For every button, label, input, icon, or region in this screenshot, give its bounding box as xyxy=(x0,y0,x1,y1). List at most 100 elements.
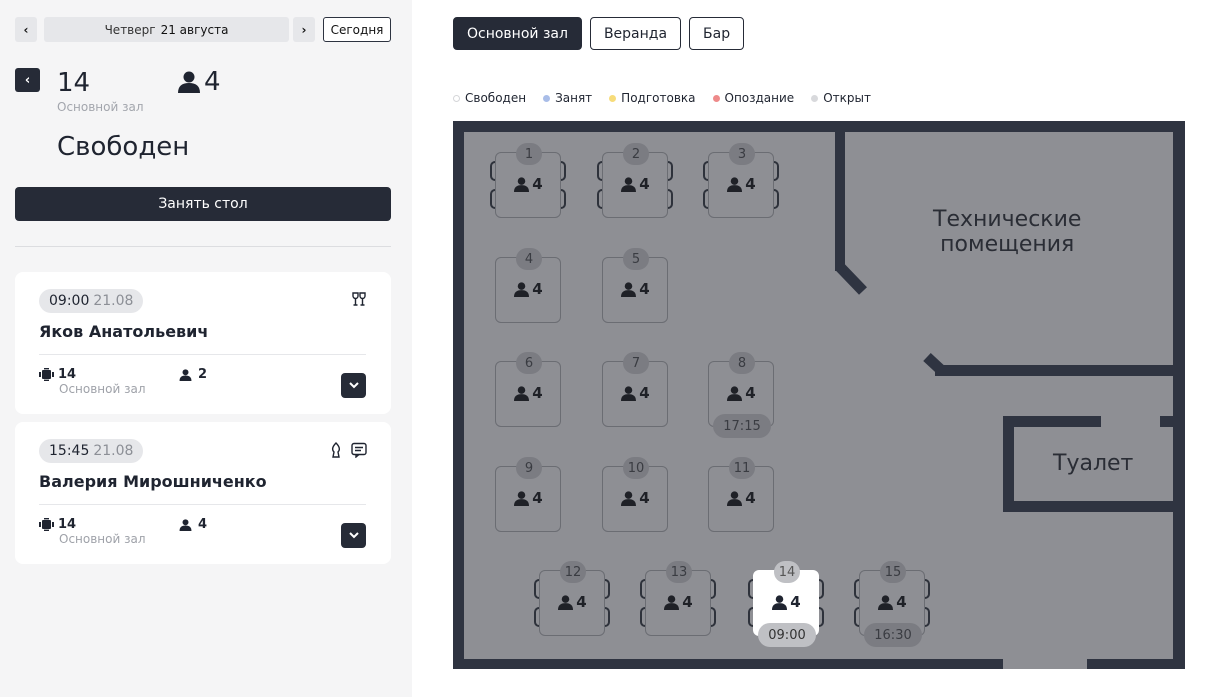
table-capacity: 4 xyxy=(496,489,560,507)
table-capacity: 4 xyxy=(603,489,667,507)
legend-label: Свободен xyxy=(465,91,527,105)
table-1[interactable]: 14 xyxy=(495,143,561,218)
person-icon xyxy=(514,385,530,401)
legend-item-preparing: Подготовка xyxy=(609,91,696,105)
table-number-badge: 6 xyxy=(516,352,542,374)
table-8[interactable]: 8 4 17:15 xyxy=(708,352,774,438)
table-10[interactable]: 10 4 xyxy=(602,457,668,532)
seats-value: 4 xyxy=(204,67,221,97)
floor-plan: Технические помещения Туалет 14243444546… xyxy=(453,121,1185,669)
table-3[interactable]: 34 xyxy=(708,143,774,218)
tab-bar[interactable]: Бар xyxy=(689,17,745,50)
table-time-badge: 16:30 xyxy=(864,623,922,647)
capacity-value: 4 xyxy=(790,593,801,611)
table-number-badge: 13 xyxy=(666,561,692,583)
table-13[interactable]: 13 4 xyxy=(645,561,711,636)
table-number-badge: 14 xyxy=(774,561,800,583)
tab-veranda[interactable]: Веранда xyxy=(589,17,682,50)
table-icon xyxy=(39,368,54,381)
reservation-time-pill: 15:45 21.08 xyxy=(39,439,144,463)
guest-name: Яков Анатольевич xyxy=(39,322,209,341)
table-5[interactable]: 54 xyxy=(602,248,668,323)
table-number-badge: 3 xyxy=(729,143,755,165)
chevron-left-icon: ‹ xyxy=(24,72,31,88)
capacity-value: 4 xyxy=(745,489,756,507)
table-capacity: 4 xyxy=(646,593,710,611)
table-capacity: 4 xyxy=(496,175,560,193)
table-capacity: 4 xyxy=(603,175,667,193)
table-15[interactable]: 15 4 16:30 xyxy=(859,561,925,647)
capacity-value: 4 xyxy=(576,593,587,611)
table-capacity: 4 xyxy=(603,280,667,298)
person-icon xyxy=(621,176,637,192)
chevron-down-icon xyxy=(348,532,359,539)
reservation-table-number: 14 xyxy=(58,517,77,532)
table-icon xyxy=(39,518,54,531)
capacity-value: 4 xyxy=(639,489,650,507)
table-4[interactable]: 44 xyxy=(495,248,561,323)
reservation-table: 14 xyxy=(39,367,76,382)
legend-dot xyxy=(811,94,819,102)
date-field[interactable]: Четверг 21 августа xyxy=(44,17,289,42)
chevron-right-icon: › xyxy=(301,22,307,37)
person-icon xyxy=(621,490,637,506)
back-button[interactable]: ‹ xyxy=(15,68,40,92)
reservation-guests: 2 xyxy=(179,367,207,382)
capacity-value: 4 xyxy=(745,175,756,193)
person-icon xyxy=(558,594,574,610)
guest-name: Валерия Мирошниченко xyxy=(39,472,267,491)
capacity-value: 4 xyxy=(532,175,543,193)
date-label: 21 августа xyxy=(160,22,229,37)
today-button[interactable]: Сегодня xyxy=(323,17,391,42)
comment-icon xyxy=(351,442,367,458)
take-table-button[interactable]: Занять стол xyxy=(15,187,391,221)
reservation-tags xyxy=(351,292,367,308)
table-number-badge: 9 xyxy=(516,457,542,479)
table-9[interactable]: 94 xyxy=(495,457,561,532)
legend-dot xyxy=(609,94,617,102)
table-12[interactable]: 12 4 xyxy=(539,561,605,636)
person-icon xyxy=(621,281,637,297)
table-7[interactable]: 74 xyxy=(602,352,668,427)
table-number-badge: 11 xyxy=(729,457,755,479)
table-11[interactable]: 11 4 xyxy=(708,457,774,532)
hall-tabs: Основной зал Веранда Бар xyxy=(453,17,745,50)
table-number-badge: 10 xyxy=(623,457,649,479)
wine-glasses-icon xyxy=(352,292,366,306)
capacity-value: 4 xyxy=(745,384,756,402)
technical-room-line: помещения xyxy=(940,232,1075,257)
divider xyxy=(39,354,366,355)
tab-main-hall[interactable]: Основной зал xyxy=(453,17,582,50)
table-number-badge: 12 xyxy=(560,561,586,583)
table-status: Свободен xyxy=(57,132,190,162)
table-14[interactable]: 14 4 09:00 xyxy=(753,561,819,647)
seats-count: 4 xyxy=(177,67,221,97)
guests-count: 4 xyxy=(198,517,208,532)
expand-button[interactable] xyxy=(341,373,366,398)
person-icon xyxy=(727,490,743,506)
status-legend: Свободен Занят Подготовка Опоздание Откр… xyxy=(453,91,871,105)
reservation-date: 21.08 xyxy=(93,293,134,309)
prev-day-button[interactable]: ‹ xyxy=(15,17,37,42)
table-number-badge: 2 xyxy=(623,143,649,165)
reservation-guests: 4 xyxy=(179,517,207,532)
reservation-card[interactable]: 15:45 21.08 Валерия Мирошниченко 14 Осно… xyxy=(15,422,391,564)
reservation-table-number: 14 xyxy=(58,367,77,382)
table-capacity: 4 xyxy=(754,593,818,611)
table-number: 14 xyxy=(57,68,91,98)
person-icon xyxy=(179,518,192,531)
table-2[interactable]: 24 xyxy=(602,143,668,218)
legend-item-free: Свободен xyxy=(453,91,526,105)
reservation-card[interactable]: 09:00 21.08 Яков Анатольевич 14 Основной… xyxy=(15,272,391,414)
table-number-badge: 1 xyxy=(516,143,542,165)
legend-item-busy: Занят xyxy=(543,91,592,105)
weekday-label: Четверг xyxy=(104,22,156,37)
reservation-time-pill: 09:00 21.08 xyxy=(39,289,144,313)
capacity-value: 4 xyxy=(532,384,543,402)
table-number-badge: 4 xyxy=(516,248,542,270)
table-6[interactable]: 64 xyxy=(495,352,561,427)
table-capacity: 4 xyxy=(603,384,667,402)
table-capacity: 4 xyxy=(709,384,773,402)
expand-button[interactable] xyxy=(341,523,366,548)
next-day-button[interactable]: › xyxy=(293,17,315,42)
